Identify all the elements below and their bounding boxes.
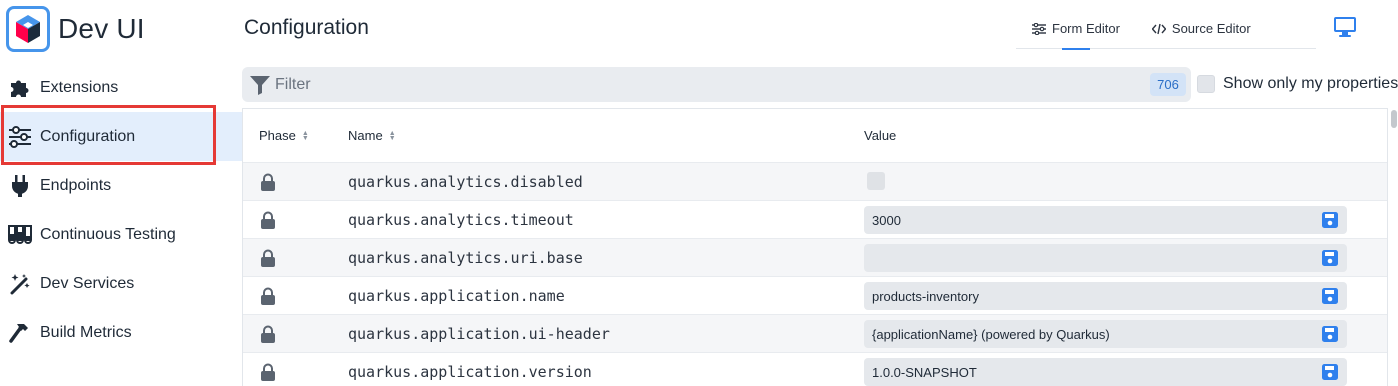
sliders-icon xyxy=(1032,22,1046,35)
lock-icon xyxy=(259,325,277,348)
quarkus-logo xyxy=(6,6,50,52)
value-field[interactable]: {applicationName} (powered by Quarkus) xyxy=(864,320,1347,348)
save-icon[interactable] xyxy=(1321,325,1339,343)
sort-icon: ▲ ▼ xyxy=(388,129,396,142)
column-header-phase[interactable]: Phase ▲ ▼ xyxy=(259,128,309,143)
table-scrollbar[interactable] xyxy=(1390,108,1398,386)
save-icon[interactable] xyxy=(1321,249,1339,267)
column-header-name[interactable]: Name ▲ ▼ xyxy=(348,128,396,143)
property-name: quarkus.analytics.disabled xyxy=(348,173,583,191)
sidebar-item-label: Dev Services xyxy=(40,274,135,292)
sidebar: Dev UI Extensions Configuration Endpoint… xyxy=(0,0,242,386)
boolean-checkbox[interactable] xyxy=(867,172,885,190)
value-field[interactable] xyxy=(864,244,1347,272)
tab-source-editor[interactable]: Source Editor xyxy=(1136,8,1267,49)
tab-label: Form Editor xyxy=(1052,21,1120,36)
save-icon[interactable] xyxy=(1321,287,1339,305)
property-name: quarkus.application.ui-header xyxy=(348,325,610,343)
table-row: quarkus.analytics.disabled xyxy=(243,163,1387,201)
table-row: quarkus.analytics.timeout 3000 xyxy=(243,201,1387,239)
column-header-label: Value xyxy=(864,128,897,143)
code-icon xyxy=(1151,23,1166,35)
value-text: products-inventory xyxy=(872,288,979,304)
plug-icon xyxy=(8,174,32,198)
sidebar-nav: Extensions Configuration Endpoints Conti… xyxy=(0,63,242,357)
app-title: Dev UI xyxy=(58,13,145,44)
column-header-label: Phase xyxy=(259,128,296,143)
monitor-icon[interactable] xyxy=(1333,16,1357,43)
sort-icon: ▲ ▼ xyxy=(301,129,309,142)
table-row: quarkus.application.name products-invent… xyxy=(243,277,1387,315)
lock-icon xyxy=(259,287,277,310)
lock-icon xyxy=(259,211,277,234)
flask-icon xyxy=(8,223,32,247)
property-name: quarkus.analytics.timeout xyxy=(348,211,574,229)
dev-ui-app: Dev UI Extensions Configuration Endpoint… xyxy=(0,0,1398,386)
tab-label: Source Editor xyxy=(1171,21,1251,36)
hammer-icon xyxy=(8,321,32,345)
show-only-mine-toggle[interactable]: Show only my properties xyxy=(1197,75,1398,93)
sidebar-item-label: Configuration xyxy=(40,127,136,145)
lock-icon xyxy=(259,173,277,196)
show-only-mine-label: Show only my properties xyxy=(1223,75,1398,92)
property-name: quarkus.analytics.uri.base xyxy=(348,249,583,267)
value-text: {applicationName} (powered by Quarkus) xyxy=(872,326,1110,342)
sidebar-item-configuration[interactable]: Configuration xyxy=(0,112,242,161)
property-name: quarkus.application.name xyxy=(348,287,565,305)
editor-tabs: Form Editor Source Editor xyxy=(1016,8,1316,50)
brand: Dev UI xyxy=(6,6,145,52)
show-only-mine-checkbox[interactable] xyxy=(1197,75,1215,93)
value-text: 1.0.0-SNAPSHOT xyxy=(872,364,977,380)
save-icon[interactable] xyxy=(1321,363,1339,381)
table-header: Phase ▲ ▼ Name ▲ ▼ Value xyxy=(243,109,1387,163)
sidebar-item-label: Build Metrics xyxy=(40,323,132,341)
sidebar-item-continuous-testing[interactable]: Continuous Testing xyxy=(0,210,242,259)
sidebar-item-label: Endpoints xyxy=(40,176,112,194)
column-header-label: Name xyxy=(348,128,383,143)
filter-bar: 706 xyxy=(242,67,1191,102)
sidebar-item-endpoints[interactable]: Endpoints xyxy=(0,161,242,210)
filter-icon xyxy=(248,73,272,97)
sidebar-item-extensions[interactable]: Extensions xyxy=(0,63,242,112)
column-header-value: Value xyxy=(864,128,896,143)
lock-icon xyxy=(259,249,277,272)
save-icon[interactable] xyxy=(1321,211,1339,229)
value-text: 3000 xyxy=(872,212,901,228)
sliders-icon xyxy=(8,125,32,149)
property-count-badge: 706 xyxy=(1150,73,1186,96)
sidebar-item-dev-services[interactable]: Dev Services xyxy=(0,259,242,308)
scrollbar-thumb[interactable] xyxy=(1391,110,1397,128)
table-row: quarkus.application.ui-header {applicati… xyxy=(243,315,1387,353)
main-content: Configuration Form Editor Source Editor xyxy=(242,0,1398,386)
magic-wand-icon xyxy=(8,272,32,296)
property-name: quarkus.application.version xyxy=(348,363,592,381)
filter-input[interactable] xyxy=(275,75,1125,94)
table-row: quarkus.application.version 1.0.0-SNAPSH… xyxy=(243,353,1387,386)
value-field[interactable]: 1.0.0-SNAPSHOT xyxy=(864,358,1347,386)
sidebar-item-label: Continuous Testing xyxy=(40,225,176,243)
lock-icon xyxy=(259,363,277,386)
value-field[interactable]: products-inventory xyxy=(864,282,1347,310)
sidebar-item-label: Extensions xyxy=(40,78,119,96)
table-row: quarkus.analytics.uri.base xyxy=(243,239,1387,277)
puzzle-icon xyxy=(8,76,32,100)
value-field[interactable]: 3000 xyxy=(864,206,1347,234)
tab-form-editor[interactable]: Form Editor xyxy=(1016,8,1136,50)
config-table: Phase ▲ ▼ Name ▲ ▼ Value quarkus.analytics… xyxy=(242,108,1388,386)
page-title: Configuration xyxy=(244,16,369,39)
sidebar-item-build-metrics[interactable]: Build Metrics xyxy=(0,308,242,357)
